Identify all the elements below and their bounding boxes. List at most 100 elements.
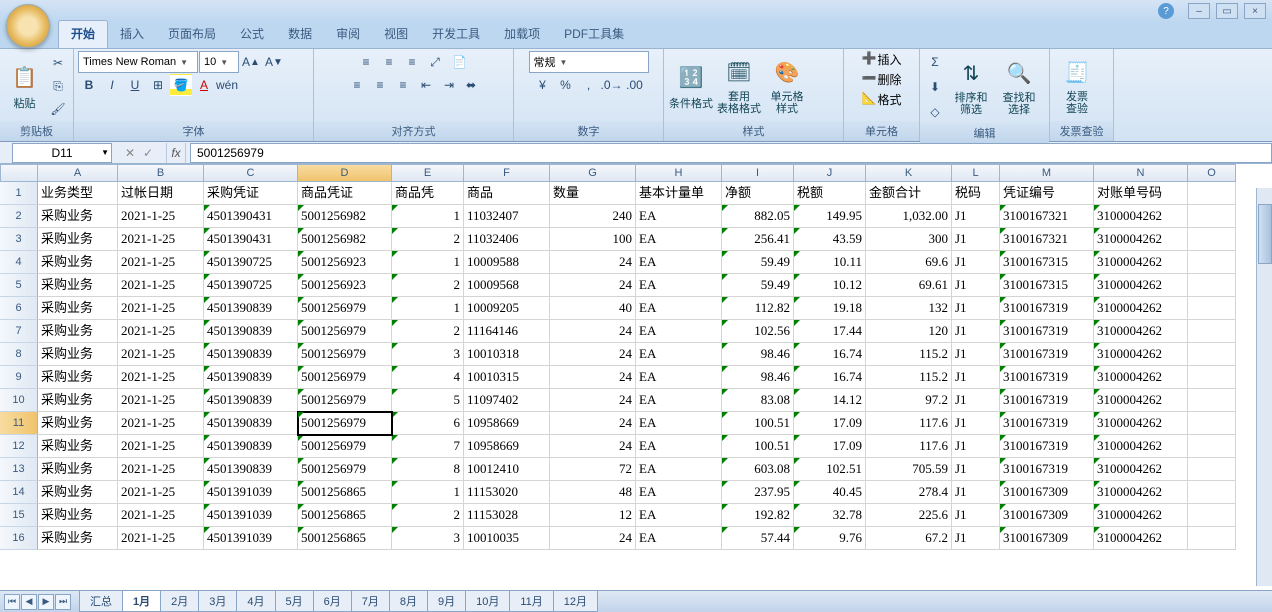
cell-12-N[interactable]: 3100004262	[1094, 435, 1188, 458]
cell-11-C[interactable]: 4501390839	[204, 412, 298, 435]
cell-9-J[interactable]: 16.74	[794, 366, 866, 389]
cell-5-N[interactable]: 3100004262	[1094, 274, 1188, 297]
cell-16-A[interactable]: 采购业务	[38, 527, 118, 550]
cell-3-J[interactable]: 43.59	[794, 228, 866, 251]
cell-7-A[interactable]: 采购业务	[38, 320, 118, 343]
cell-2-C[interactable]: 4501390431	[204, 205, 298, 228]
cell-16-J[interactable]: 9.76	[794, 527, 866, 550]
cell-12-L[interactable]: J1	[952, 435, 1000, 458]
spreadsheet-grid[interactable]: ABCDEFGHIJKLMNO 1业务类型过帐日期采购凭证商品凭证商品凭商品数量…	[0, 164, 1272, 590]
sheet-tab-8[interactable]: 8月	[389, 591, 428, 612]
cell-4-E[interactable]: 1	[392, 251, 464, 274]
cell-4-F[interactable]: 10009588	[464, 251, 550, 274]
cell-8-L[interactable]: J1	[952, 343, 1000, 366]
cell-15-C[interactable]: 4501391039	[204, 504, 298, 527]
cell-13-O[interactable]	[1188, 458, 1236, 481]
cell-11-E[interactable]: 6	[392, 412, 464, 435]
cell-6-A[interactable]: 采购业务	[38, 297, 118, 320]
cell-4-D[interactable]: 5001256923	[298, 251, 392, 274]
cell-3-E[interactable]: 2	[392, 228, 464, 251]
sheet-tab-6[interactable]: 6月	[313, 591, 352, 612]
cell-16-M[interactable]: 3100167309	[1000, 527, 1094, 550]
cell-8-H[interactable]: EA	[636, 343, 722, 366]
delete-cells-button[interactable]: ➖删除	[862, 71, 902, 88]
cell-7-L[interactable]: J1	[952, 320, 1000, 343]
autosum-button[interactable]: Σ	[924, 51, 946, 73]
sheet-nav-first[interactable]: ⏮	[4, 594, 20, 610]
sheet-tab-7[interactable]: 7月	[351, 591, 390, 612]
fill-button[interactable]: ⬇	[924, 76, 946, 98]
cell-11-G[interactable]: 24	[550, 412, 636, 435]
row-head-3[interactable]: 3	[0, 228, 38, 251]
cell-14-K[interactable]: 278.4	[866, 481, 952, 504]
cell-8-F[interactable]: 10010318	[464, 343, 550, 366]
cell-5-A[interactable]: 采购业务	[38, 274, 118, 297]
cell-8-I[interactable]: 98.46	[722, 343, 794, 366]
cell-5-I[interactable]: 59.49	[722, 274, 794, 297]
cell-12-E[interactable]: 7	[392, 435, 464, 458]
percent-button[interactable]: %	[555, 74, 577, 96]
cell-16-E[interactable]: 3	[392, 527, 464, 550]
cell-15-E[interactable]: 2	[392, 504, 464, 527]
cell-3-M[interactable]: 3100167321	[1000, 228, 1094, 251]
row-head-8[interactable]: 8	[0, 343, 38, 366]
cell-5-B[interactable]: 2021-1-25	[118, 274, 204, 297]
sheet-tab-1[interactable]: 1月	[122, 591, 161, 612]
cell-1-D[interactable]: 商品凭证	[298, 182, 392, 205]
format-cells-button[interactable]: 📐格式	[862, 91, 902, 108]
cell-14-B[interactable]: 2021-1-25	[118, 481, 204, 504]
cell-6-K[interactable]: 132	[866, 297, 952, 320]
cell-1-H[interactable]: 基本计量单	[636, 182, 722, 205]
cell-2-J[interactable]: 149.95	[794, 205, 866, 228]
cell-5-J[interactable]: 10.12	[794, 274, 866, 297]
cell-14-C[interactable]: 4501391039	[204, 481, 298, 504]
confirm-formula-icon[interactable]: ✓	[140, 146, 156, 160]
cell-3-N[interactable]: 3100004262	[1094, 228, 1188, 251]
cell-10-G[interactable]: 24	[550, 389, 636, 412]
cell-6-L[interactable]: J1	[952, 297, 1000, 320]
col-head-M[interactable]: M	[1000, 164, 1094, 182]
cell-8-G[interactable]: 24	[550, 343, 636, 366]
row-head-6[interactable]: 6	[0, 297, 38, 320]
cell-13-D[interactable]: 5001256979	[298, 458, 392, 481]
align-right-button[interactable]: ≡	[392, 74, 414, 96]
cell-14-G[interactable]: 48	[550, 481, 636, 504]
cell-15-J[interactable]: 32.78	[794, 504, 866, 527]
sheet-tab-2[interactable]: 2月	[160, 591, 199, 612]
cell-16-B[interactable]: 2021-1-25	[118, 527, 204, 550]
cell-5-E[interactable]: 2	[392, 274, 464, 297]
cell-1-C[interactable]: 采购凭证	[204, 182, 298, 205]
cell-1-K[interactable]: 金额合计	[866, 182, 952, 205]
cell-2-E[interactable]: 1	[392, 205, 464, 228]
cell-16-I[interactable]: 57.44	[722, 527, 794, 550]
cell-9-N[interactable]: 3100004262	[1094, 366, 1188, 389]
cell-9-O[interactable]	[1188, 366, 1236, 389]
cell-7-M[interactable]: 3100167319	[1000, 320, 1094, 343]
cell-10-D[interactable]: 5001256979	[298, 389, 392, 412]
cell-6-M[interactable]: 3100167319	[1000, 297, 1094, 320]
cell-14-O[interactable]	[1188, 481, 1236, 504]
cell-15-O[interactable]	[1188, 504, 1236, 527]
cell-6-D[interactable]: 5001256979	[298, 297, 392, 320]
cell-3-O[interactable]	[1188, 228, 1236, 251]
cell-6-F[interactable]: 10009205	[464, 297, 550, 320]
cell-8-B[interactable]: 2021-1-25	[118, 343, 204, 366]
cell-10-I[interactable]: 83.08	[722, 389, 794, 412]
align-top-button[interactable]: ≡	[355, 51, 377, 73]
col-head-A[interactable]: A	[38, 164, 118, 182]
cell-14-D[interactable]: 5001256865	[298, 481, 392, 504]
restore-button[interactable]: ▭	[1216, 3, 1238, 19]
cell-3-D[interactable]: 5001256982	[298, 228, 392, 251]
cell-9-A[interactable]: 采购业务	[38, 366, 118, 389]
cut-button[interactable]: ✂	[47, 52, 69, 74]
cancel-formula-icon[interactable]: ✕	[122, 146, 138, 160]
name-box[interactable]: D11▼	[12, 143, 112, 163]
cell-4-M[interactable]: 3100167315	[1000, 251, 1094, 274]
cell-4-K[interactable]: 69.6	[866, 251, 952, 274]
cell-7-B[interactable]: 2021-1-25	[118, 320, 204, 343]
col-head-I[interactable]: I	[722, 164, 794, 182]
row-head-13[interactable]: 13	[0, 458, 38, 481]
col-head-K[interactable]: K	[866, 164, 952, 182]
cell-15-N[interactable]: 3100004262	[1094, 504, 1188, 527]
col-head-D[interactable]: D	[298, 164, 392, 182]
